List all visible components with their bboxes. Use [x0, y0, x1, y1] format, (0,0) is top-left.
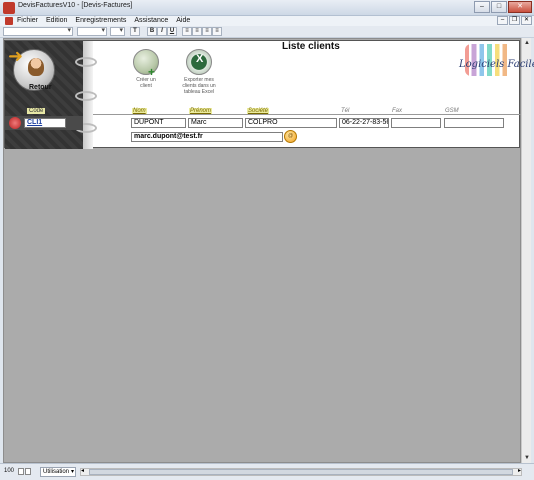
- scroll-up-icon[interactable]: ▲: [522, 38, 532, 48]
- align-right-button[interactable]: ≡: [202, 27, 212, 36]
- menu-enregistrements[interactable]: Enregistrements: [75, 16, 126, 26]
- maximize-button[interactable]: □: [491, 1, 507, 13]
- page-title: Liste clients: [282, 41, 340, 52]
- status-bar: 100 Utilisation ◂ ▸: [0, 463, 534, 480]
- align-left-button[interactable]: ≡: [182, 27, 192, 36]
- app-icon: [3, 2, 15, 14]
- prenom-field[interactable]: Marc: [188, 118, 243, 128]
- scroll-left-icon[interactable]: ◂: [81, 467, 84, 474]
- menu-assistance[interactable]: Assistance: [134, 16, 168, 26]
- document-window-controls: – ❐ ✕: [497, 16, 532, 25]
- close-button[interactable]: ✕: [508, 1, 532, 13]
- align-center-button[interactable]: ≡: [192, 27, 202, 36]
- export-excel-button[interactable]: Exporter mes clients dans un tableau Exc…: [179, 49, 219, 95]
- underline-button[interactable]: U: [167, 27, 177, 36]
- zoom-out-icon[interactable]: [18, 468, 24, 475]
- export-excel-label: Exporter mes clients dans un tableau Exc…: [182, 77, 216, 95]
- scroll-thumb[interactable]: [89, 469, 513, 475]
- create-client-label: Créer un client: [136, 77, 156, 89]
- logo: Logiciels Faciles: [457, 44, 534, 82]
- binder-ring-icon: [75, 57, 97, 67]
- doc-minimize-button[interactable]: –: [497, 16, 508, 25]
- header-divider: [93, 114, 521, 115]
- retour-label: Retour: [29, 84, 52, 91]
- tel-field[interactable]: 06-22-27-83-56: [339, 118, 389, 128]
- bold-button[interactable]: B: [147, 27, 157, 36]
- societe-field[interactable]: COLPRO: [245, 118, 337, 128]
- create-client-button[interactable]: Créer un client: [131, 49, 161, 89]
- zoom-in-icon[interactable]: [25, 468, 31, 475]
- font-size-select[interactable]: [77, 26, 107, 36]
- record-badge-icon[interactable]: [9, 117, 21, 129]
- back-arrow-icon: ➜: [8, 46, 24, 66]
- zoom-level: 100: [4, 468, 15, 474]
- mode-select[interactable]: Utilisation: [40, 467, 76, 477]
- horizontal-scrollbar[interactable]: ◂ ▸: [80, 468, 522, 476]
- doc-restore-button[interactable]: ❐: [509, 16, 520, 25]
- menu-bar: Fichier Edition Enregistrements Assistan…: [0, 16, 534, 26]
- window-title: DevisFacturesV10 - [Devis-Factures]: [18, 2, 133, 9]
- gsm-field[interactable]: [444, 118, 504, 128]
- document-icon[interactable]: [5, 17, 13, 25]
- doc-close-button[interactable]: ✕: [521, 16, 532, 25]
- italic-button[interactable]: I: [157, 27, 167, 36]
- send-email-icon[interactable]: @: [284, 130, 297, 143]
- title-bar: DevisFacturesV10 - [Devis-Factures] – □ …: [0, 0, 534, 16]
- logo-text: Logiciels Faciles: [459, 59, 534, 70]
- zoom-controls: [18, 468, 31, 475]
- scroll-down-icon[interactable]: ▼: [522, 453, 532, 463]
- text-button[interactable]: T: [130, 27, 140, 36]
- minimize-button[interactable]: –: [474, 1, 490, 13]
- menu-fichier[interactable]: Fichier: [17, 16, 38, 26]
- scroll-right-icon[interactable]: ▸: [518, 467, 521, 474]
- add-client-icon: [133, 49, 159, 75]
- nom-field[interactable]: DUPONT: [131, 118, 186, 128]
- format-toolbar: T B I U ≡ ≡ ≡ ≡: [0, 26, 534, 38]
- client-list-panel: ➜ Retour Code Liste clients Créer un cli…: [4, 40, 534, 149]
- excel-icon: [186, 49, 212, 75]
- retour-button[interactable]: ➜ Retour: [8, 46, 55, 91]
- window-controls: – □ ✕: [474, 1, 532, 13]
- code-column-header: Code: [27, 108, 46, 114]
- menu-edition[interactable]: Edition: [46, 16, 67, 26]
- color-select[interactable]: [110, 26, 125, 36]
- menu-aide[interactable]: Aide: [176, 16, 190, 26]
- email-field[interactable]: marc.dupont@test.fr: [131, 132, 283, 142]
- vertical-scrollbar[interactable]: ▲ ▼: [521, 38, 531, 463]
- justify-button[interactable]: ≡: [212, 27, 222, 36]
- fax-field[interactable]: [391, 118, 441, 128]
- binder-ring-icon: [75, 91, 97, 101]
- font-select[interactable]: [3, 26, 73, 36]
- person-icon: [28, 58, 44, 76]
- client-code-link[interactable]: CLI1: [24, 118, 66, 128]
